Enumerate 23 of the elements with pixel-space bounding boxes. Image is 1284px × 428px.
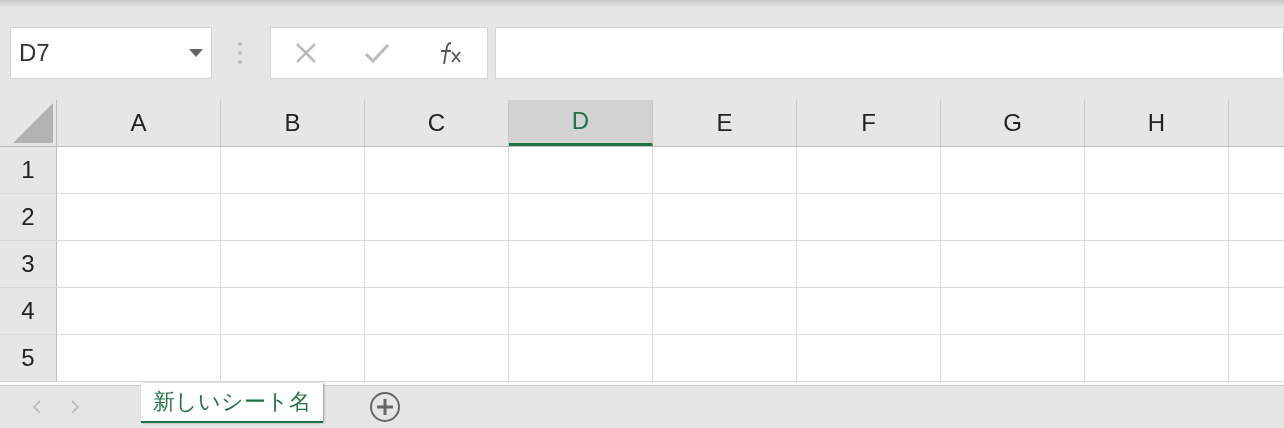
column-header[interactable]: D [509,99,653,146]
grip-icon [238,41,242,64]
add-sheet-icon[interactable] [369,390,401,423]
row-header[interactable]: 4 [0,287,57,334]
check-icon[interactable] [364,41,390,64]
name-box[interactable]: D7 [10,26,212,79]
cell-reference: D7 [19,37,50,68]
next-sheet-icon[interactable] [71,399,79,414]
row-header[interactable]: 1 [0,146,57,193]
formula-field[interactable] [495,26,1284,79]
sheet-tab[interactable]: 新しいシート名 [141,382,323,423]
column-header[interactable]: F [797,99,941,146]
column-header[interactable]: B [221,99,365,146]
previous-sheet-icon[interactable] [33,399,41,414]
row-header[interactable]: 5 [0,334,57,381]
row-header[interactable]: 3 [0,240,57,287]
column-header[interactable]: G [941,99,1085,146]
column-header[interactable]: A [57,99,221,146]
cancel-icon[interactable] [294,41,317,64]
column-header[interactable]: H [1085,99,1229,146]
row-header[interactable]: 2 [0,193,57,240]
dropdown-icon [189,48,203,57]
column-header[interactable]: E [653,99,797,146]
